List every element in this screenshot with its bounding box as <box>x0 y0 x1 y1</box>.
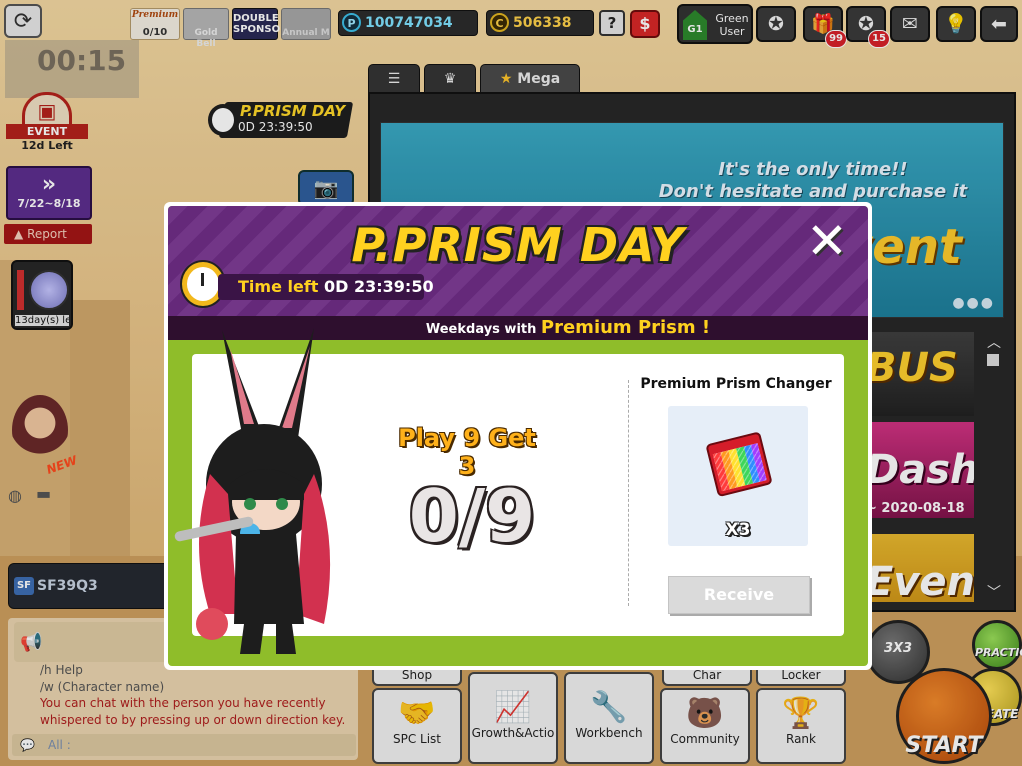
subtitle-highlight: Premium Prism ! <box>540 317 711 338</box>
prism-changer-icon <box>706 432 772 497</box>
bunny-character-illustration <box>174 328 331 654</box>
dialog-header: P.PRISM DAY ✕ Time left 0D 23:39:50 <box>168 206 868 316</box>
subtitle-prefix: Weekdays with <box>425 322 537 337</box>
time-left-value: 0D 23:39:50 <box>324 277 434 296</box>
time-left-label: Time left <box>238 277 319 296</box>
mission-label: Play 9 Get 3 <box>398 424 536 480</box>
reward-item-box[interactable]: X3 <box>668 406 808 546</box>
close-icon[interactable]: ✕ <box>804 216 850 266</box>
divider <box>628 380 629 606</box>
dialog-title: P.PRISM DAY <box>351 218 685 272</box>
reward-quantity: X3 <box>725 520 751 540</box>
p-prism-day-dialog: P.PRISM DAY ✕ Time left 0D 23:39:50 Week… <box>164 202 872 670</box>
time-left-pill: Time left 0D 23:39:50 <box>218 274 434 300</box>
mission-progress: 0/9 <box>408 474 536 558</box>
receive-button[interactable]: Receive <box>668 576 810 614</box>
reward-title: Premium Prism Changer <box>640 376 832 392</box>
